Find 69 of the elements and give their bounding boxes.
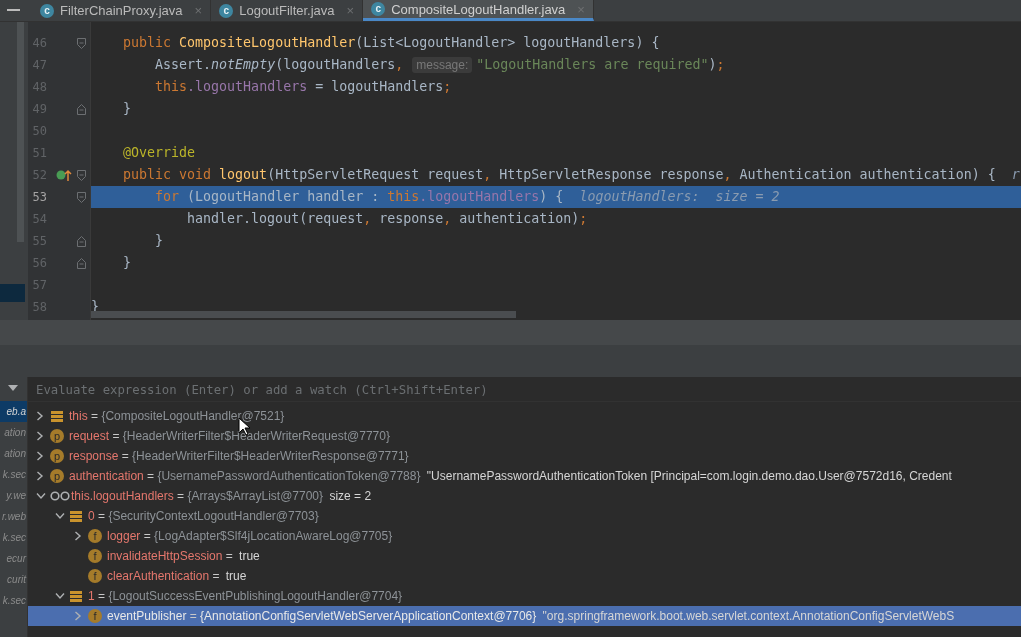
variable-row[interactable]: f invalidateHttpSession = true <box>28 546 1021 566</box>
variable-text: authentication = {UsernamePasswordAuthenticationToken@7788} "UsernamePasswordAuthenticationToken [Principal=com.login.demo.dao.User@7572d16, Credent <box>69 469 952 483</box>
member-icon: p <box>50 449 64 463</box>
variable-row[interactable]: this.logoutHandlers = {Arrays$ArrayList@7700} size = 2 <box>28 486 1021 506</box>
member-icon: p <box>50 429 64 443</box>
code-line: @Override <box>122 144 197 162</box>
class-icon: c <box>219 3 234 18</box>
member-icon: f <box>88 529 102 543</box>
variable-row[interactable]: f logger = {LogAdapter$Slf4jLocationAwareLog@7705} <box>28 526 1021 546</box>
dropdown-icon[interactable] <box>8 385 18 391</box>
stack-icon <box>69 589 83 603</box>
code-line: } <box>122 100 133 118</box>
fold-icon[interactable] <box>77 37 86 49</box>
stack-frame[interactable]: eb.a <box>0 401 27 422</box>
variable-row[interactable]: this = {CompositeLogoutHandler@7521} <box>28 406 1021 426</box>
fold-icon[interactable] <box>77 191 86 203</box>
variable-text: request = {HeaderWriterFilter$HeaderWriterRequest@7770} <box>69 429 390 443</box>
code-line: } <box>154 232 165 250</box>
editor-tab[interactable]: c CompositeLogoutHandler.java × <box>363 0 594 21</box>
stack-frame[interactable]: k.sec <box>0 464 27 485</box>
stack-frame[interactable]: curit <box>0 569 27 590</box>
variable-row[interactable]: 0 = {SecurityContextLogoutHandler@7703} <box>28 506 1021 526</box>
variable-text: logger = {LogAdapter$Slf4jLocationAwareLog@7705} <box>107 529 393 543</box>
stack-frame[interactable]: k.sec <box>0 590 27 611</box>
variable-row[interactable]: 1 = {LogoutSuccessEventPublishingLogoutHandler@7704} <box>28 586 1021 606</box>
stack-frame[interactable]: r.web <box>0 506 27 527</box>
member-icon: f <box>88 549 102 563</box>
code-line: public void logout(HttpServletRequest request, HttpServletResponse response, Authentication authentication) { r <box>122 166 1021 184</box>
member-icon: p <box>50 469 64 483</box>
stack-frame[interactable]: ecur <box>0 548 27 569</box>
stack-icon <box>50 409 64 423</box>
code-line: } <box>122 254 133 272</box>
stack-icon <box>69 509 83 523</box>
variable-row[interactable]: f eventPublisher = {AnnotationConfigServletWebServerApplicationContext@7706} "org.springframework.boot.web.servlet.context.AnnotationConfigServletWebS <box>28 606 1021 626</box>
variable-row[interactable]: p authentication = {UsernamePasswordAuthenticationToken@7788} "UsernamePasswordAuthenticationToken [Principal=com.login.demo.dao.User@7572d16, Credent <box>28 466 1021 486</box>
class-icon: c <box>40 3 54 18</box>
variable-row[interactable]: p response = {HeaderWriterFilter$HeaderWriterResponse@7771} <box>28 446 1021 466</box>
variable-text: this = {CompositeLogoutHandler@7521} <box>69 409 285 423</box>
editor-tab[interactable]: c FilterChainProxy.java × <box>32 0 212 21</box>
variable-text: this.logoutHandlers = {Arrays$ArrayList@7700} size = 2 <box>71 489 372 503</box>
fold-icon[interactable] <box>77 235 86 247</box>
member-icon: f <box>88 609 102 623</box>
code-line: Assert.notEmpty(logoutHandlers, message: "LogoutHandlers are required"); <box>154 56 726 75</box>
code-line: handler.logout(request, response, authentication); <box>186 210 589 228</box>
variable-row[interactable]: f clearAuthentication = true <box>28 566 1021 586</box>
fold-icon[interactable] <box>77 257 86 269</box>
stack-frame[interactable]: ation <box>0 422 27 443</box>
scrollbar[interactable] <box>91 311 516 318</box>
member-icon: f <box>88 569 102 583</box>
implements-icon[interactable] <box>56 168 72 182</box>
class-icon: c <box>371 2 386 16</box>
variable-row[interactable]: p request = {HeaderWriterFilter$HeaderWriterRequest@7770} <box>28 426 1021 446</box>
fold-icon[interactable] <box>77 169 86 181</box>
variable-text: invalidateHttpSession = true <box>107 549 260 563</box>
glasses-icon <box>50 491 70 501</box>
code-line: this.logoutHandlers = logoutHandlers; <box>154 78 453 96</box>
variable-text: 0 = {SecurityContextLogoutHandler@7703} <box>88 509 319 523</box>
line-number: 53 <box>31 190 47 204</box>
code-line: public CompositeLogoutHandler(List<LogoutHandler> logoutHandlers) { <box>122 34 661 52</box>
stack-frame[interactable]: k.sec <box>0 527 27 548</box>
variable-text: eventPublisher = {AnnotationConfigServletWebServerApplicationContext@7706} "org.springframework.boot.web.servlet.context.AnnotationConfigServletWebS <box>107 609 955 623</box>
variable-text: clearAuthentication = true <box>107 569 247 583</box>
fold-icon[interactable] <box>77 103 86 115</box>
variable-text: response = {HeaderWriterFilter$HeaderWriterResponse@7771} <box>69 449 409 463</box>
stack-frame[interactable]: ation <box>0 443 27 464</box>
variable-text: 1 = {LogoutSuccessEventPublishingLogoutHandler@7704} <box>88 589 403 603</box>
stack-frame[interactable]: y.we <box>0 485 27 506</box>
scrollbar[interactable] <box>17 22 24 242</box>
selection-marker <box>0 284 25 302</box>
